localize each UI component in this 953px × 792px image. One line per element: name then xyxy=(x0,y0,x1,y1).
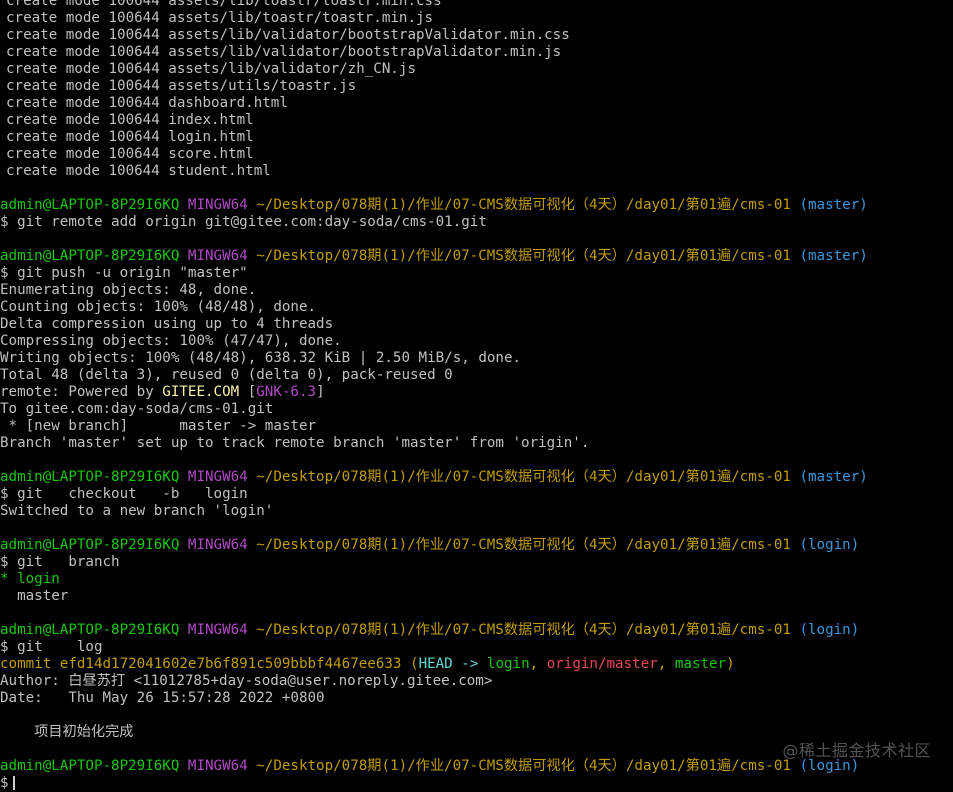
prompt-path: ~/Desktop/078期(1)/作业/07-CMS数据可视化（4天）/day… xyxy=(256,469,791,485)
prompt-line: admin@LAPTOP-8P29I6KQ MINGW64 ~/Desktop/… xyxy=(0,622,953,639)
watermark: @稀土掘金技术社区 xyxy=(782,741,931,760)
prompt-shell: MINGW64 xyxy=(187,469,248,485)
command-text: git checkout -b login xyxy=(17,486,248,502)
prompt-branch: (master) xyxy=(799,248,868,264)
command-line[interactable]: $ xyxy=(0,775,953,792)
command-text: git push -u origin "master" xyxy=(17,265,248,281)
prompt-path: ~/Desktop/078期(1)/作业/07-CMS数据可视化（4天）/day… xyxy=(256,197,791,213)
prompt-user-host: admin@LAPTOP-8P29I6KQ xyxy=(0,758,180,774)
command-text: git branch xyxy=(17,554,120,570)
commit-origin-ref: origin/master xyxy=(546,656,658,672)
prompt-shell: MINGW64 xyxy=(187,197,248,213)
commit-paren-open: ( xyxy=(401,656,419,672)
prompt-symbol: $ xyxy=(0,639,9,655)
output-line: create mode 100644 index.html xyxy=(6,112,254,128)
output-line: create mode 100644 assets/lib/validator/… xyxy=(6,61,416,77)
prompt-shell: MINGW64 xyxy=(187,537,248,553)
output-line: create mode 100644 score.html xyxy=(6,146,254,162)
prompt-symbol: $ xyxy=(0,554,9,570)
output-line: * [new branch] master -> master xyxy=(0,418,317,434)
commit-author: Author: 白昼苏打 <11012785+day-soda@user.nor… xyxy=(0,673,493,689)
prompt-shell: MINGW64 xyxy=(187,758,248,774)
command-text: git remote add origin git@gitee.com:day-… xyxy=(17,214,487,230)
commit-master-ref: master xyxy=(674,656,727,672)
prompt-line: admin@LAPTOP-8P29I6KQ MINGW64 ~/Desktop/… xyxy=(0,469,953,486)
commit-paren-close: ) xyxy=(726,656,735,672)
output-line: create mode 100644 assets/lib/validator/… xyxy=(6,44,562,60)
remote-prefix: remote: Powered by xyxy=(0,384,163,400)
prompt-user-host: admin@LAPTOP-8P29I6KQ xyxy=(0,469,180,485)
prompt-user-host: admin@LAPTOP-8P29I6KQ xyxy=(0,622,180,638)
output-line: create mode 100644 assets/lib/validator/… xyxy=(6,27,570,43)
output-line: create mode 100644 login.html xyxy=(6,129,254,145)
prompt-symbol: $ xyxy=(0,775,9,791)
prompt-path: ~/Desktop/078期(1)/作业/07-CMS数据可视化（4天）/day… xyxy=(256,622,791,638)
output-line: Delta compression using up to 4 threads xyxy=(0,316,334,332)
output-line: Counting objects: 100% (48/48), done. xyxy=(0,299,317,315)
output-line: create mode 100644 assets/lib/toastr/toa… xyxy=(6,0,442,9)
output-line: create mode 100644 assets/utils/toastr.j… xyxy=(6,78,357,94)
output-line: To gitee.com:day-soda/cms-01.git xyxy=(0,401,274,417)
remote-gnk: GNK-6.3 xyxy=(256,384,317,400)
prompt-line: admin@LAPTOP-8P29I6KQ MINGW64 ~/Desktop/… xyxy=(0,248,953,265)
prompt-path: ~/Desktop/078期(1)/作业/07-CMS数据可视化（4天）/day… xyxy=(256,758,791,774)
output-line: Enumerating objects: 48, done. xyxy=(0,282,257,298)
prompt-symbol: $ xyxy=(0,214,9,230)
output-line: Writing objects: 100% (48/48), 638.32 Ki… xyxy=(0,350,522,366)
branch-list-item: master xyxy=(0,588,69,604)
prompt-symbol: $ xyxy=(0,265,9,281)
prompt-path: ~/Desktop/078期(1)/作业/07-CMS数据可视化（4天）/day… xyxy=(256,248,791,264)
output-line: create mode 100644 student.html xyxy=(6,163,271,179)
commit-line: commit efd14d172041602e7b6f891c509bbbf44… xyxy=(0,656,953,673)
prompt-path: ~/Desktop/078期(1)/作业/07-CMS数据可视化（4天）/day… xyxy=(256,537,791,553)
prompt-branch: (master) xyxy=(799,469,868,485)
remote-space xyxy=(239,384,248,400)
command-line: $ git branch xyxy=(0,554,953,571)
output-line: Compressing objects: 100% (47/47), done. xyxy=(0,333,342,349)
prompt-line: admin@LAPTOP-8P29I6KQ MINGW64 ~/Desktop/… xyxy=(0,197,953,214)
output-line: Switched to a new branch 'login' xyxy=(0,503,274,519)
commit-login-ref: login xyxy=(486,656,530,672)
command-text: git log xyxy=(17,639,103,655)
commit-head-ref: HEAD -> xyxy=(418,656,487,672)
command-line: $ git remote add origin git@gitee.com:da… xyxy=(0,214,953,231)
prompt-user-host: admin@LAPTOP-8P29I6KQ xyxy=(0,248,180,264)
commit-hash: efd14d172041602e7b6f891c509bbbf4467ee633 xyxy=(59,656,402,672)
prompt-user-host: admin@LAPTOP-8P29I6KQ xyxy=(0,197,180,213)
terminal-output[interactable]: create mode 100644 assets/lib/toastr/toa… xyxy=(0,0,953,792)
command-line: $ git push -u origin "master" xyxy=(0,265,953,282)
prompt-user-host: admin@LAPTOP-8P29I6KQ xyxy=(0,537,180,553)
prompt-shell: MINGW64 xyxy=(187,622,248,638)
remote-bracket-open: [ xyxy=(247,384,257,400)
commit-sep: , xyxy=(657,656,675,672)
output-line: Branch 'master' set up to track remote b… xyxy=(0,435,590,451)
prompt-branch: (login) xyxy=(799,622,860,638)
remote-bracket-close: ] xyxy=(316,384,325,400)
command-line: $ git log xyxy=(0,639,953,656)
prompt-symbol: $ xyxy=(0,486,9,502)
prompt-branch: (master) xyxy=(799,197,868,213)
remote-gitee: GITEE.COM xyxy=(162,384,240,400)
output-line: Total 48 (delta 3), reused 0 (delta 0), … xyxy=(0,367,453,383)
commit-date: Date: Thu May 26 15:57:28 2022 +0800 xyxy=(0,690,325,706)
branch-list-item-current: * login xyxy=(0,571,60,587)
prompt-shell: MINGW64 xyxy=(187,248,248,264)
text-cursor xyxy=(12,776,15,790)
commit-sep: , xyxy=(529,656,547,672)
command-line: $ git checkout -b login xyxy=(0,486,953,503)
commit-label: commit xyxy=(0,656,60,672)
prompt-line: admin@LAPTOP-8P29I6KQ MINGW64 ~/Desktop/… xyxy=(0,537,953,554)
prompt-branch: (login) xyxy=(799,537,860,553)
output-line: remote: Powered by GITEE.COM [GNK-6.3] xyxy=(0,384,953,401)
output-line: create mode 100644 assets/lib/toastr/toa… xyxy=(6,10,434,26)
output-line: create mode 100644 dashboard.html xyxy=(6,95,288,111)
